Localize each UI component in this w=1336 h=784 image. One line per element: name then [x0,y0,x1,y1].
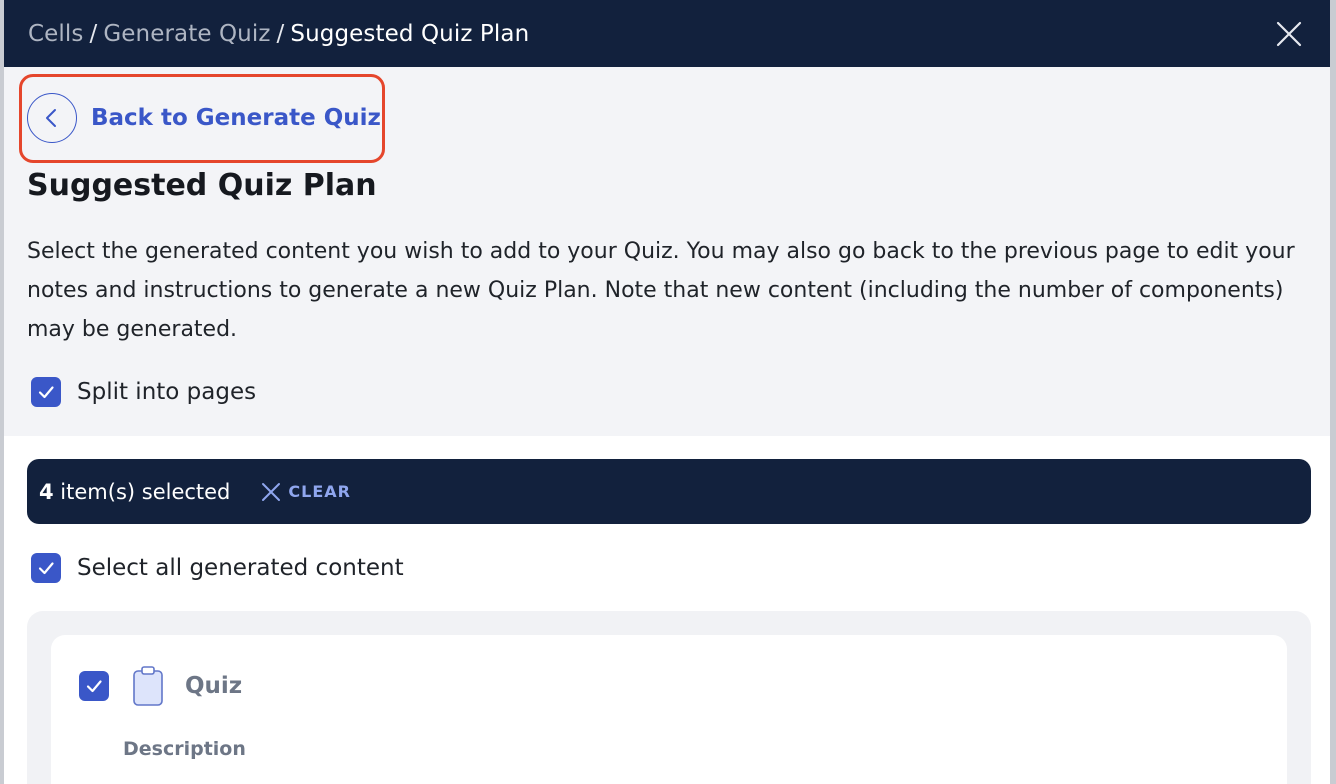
back-button-circle[interactable] [27,93,77,143]
content-item-header: Quiz [79,665,242,707]
breadcrumb-separator: / [89,20,98,47]
select-all-checkbox[interactable] [31,553,61,583]
checkmark-icon [38,562,54,575]
breadcrumb-separator: / [276,20,285,47]
content-item-title: Quiz [185,673,243,699]
split-into-pages-label: Split into pages [77,379,257,405]
content-item-description-label: Description [123,738,246,760]
breadcrumb: Cells / Generate Quiz / Suggested Quiz Plan [28,21,529,47]
back-to-generate-quiz-link[interactable]: Back to Generate Quiz [27,93,381,143]
clear-selection-button[interactable]: CLEAR [260,481,351,503]
clear-x-icon [262,482,281,501]
back-link-label[interactable]: Back to Generate Quiz [91,105,381,131]
quiz-plan-modal: Cells / Generate Quiz / Suggested Quiz Plan … [4,0,1330,784]
selected-count: 4 item(s) selected [39,480,230,504]
content-item-card [51,635,1287,784]
chevron-left-icon [46,109,56,127]
breadcrumb-item-generate-quiz[interactable]: Generate Quiz [103,21,270,47]
page-title: Suggested Quiz Plan [27,168,377,203]
select-all-option[interactable]: Select all generated content [31,553,404,583]
clear-selection-label[interactable]: CLEAR [288,482,351,501]
selected-count-number: 4 [39,479,54,504]
selected-count-suffix: item(s) selected [53,479,231,504]
close-icon [1276,21,1302,46]
content-item-checkbox[interactable] [79,671,109,701]
breadcrumb-item-current: Suggested Quiz Plan [290,20,530,47]
breadcrumb-item-cells[interactable]: Cells [28,21,83,47]
backdrop-right [1330,0,1336,784]
close-button[interactable] [1274,19,1304,49]
split-into-pages-option[interactable]: Split into pages [31,377,256,407]
selection-bar: 4 item(s) selected CLEAR [27,459,1311,524]
modal-header: Cells / Generate Quiz / Suggested Quiz Plan [4,0,1330,67]
clipboard-icon [133,666,163,706]
checkmark-icon [38,386,54,399]
split-into-pages-checkbox[interactable] [31,377,61,407]
select-all-label: Select all generated content [77,555,404,581]
page-description: Select the generated content you wish to… [27,239,1295,342]
checkmark-icon [86,680,102,693]
